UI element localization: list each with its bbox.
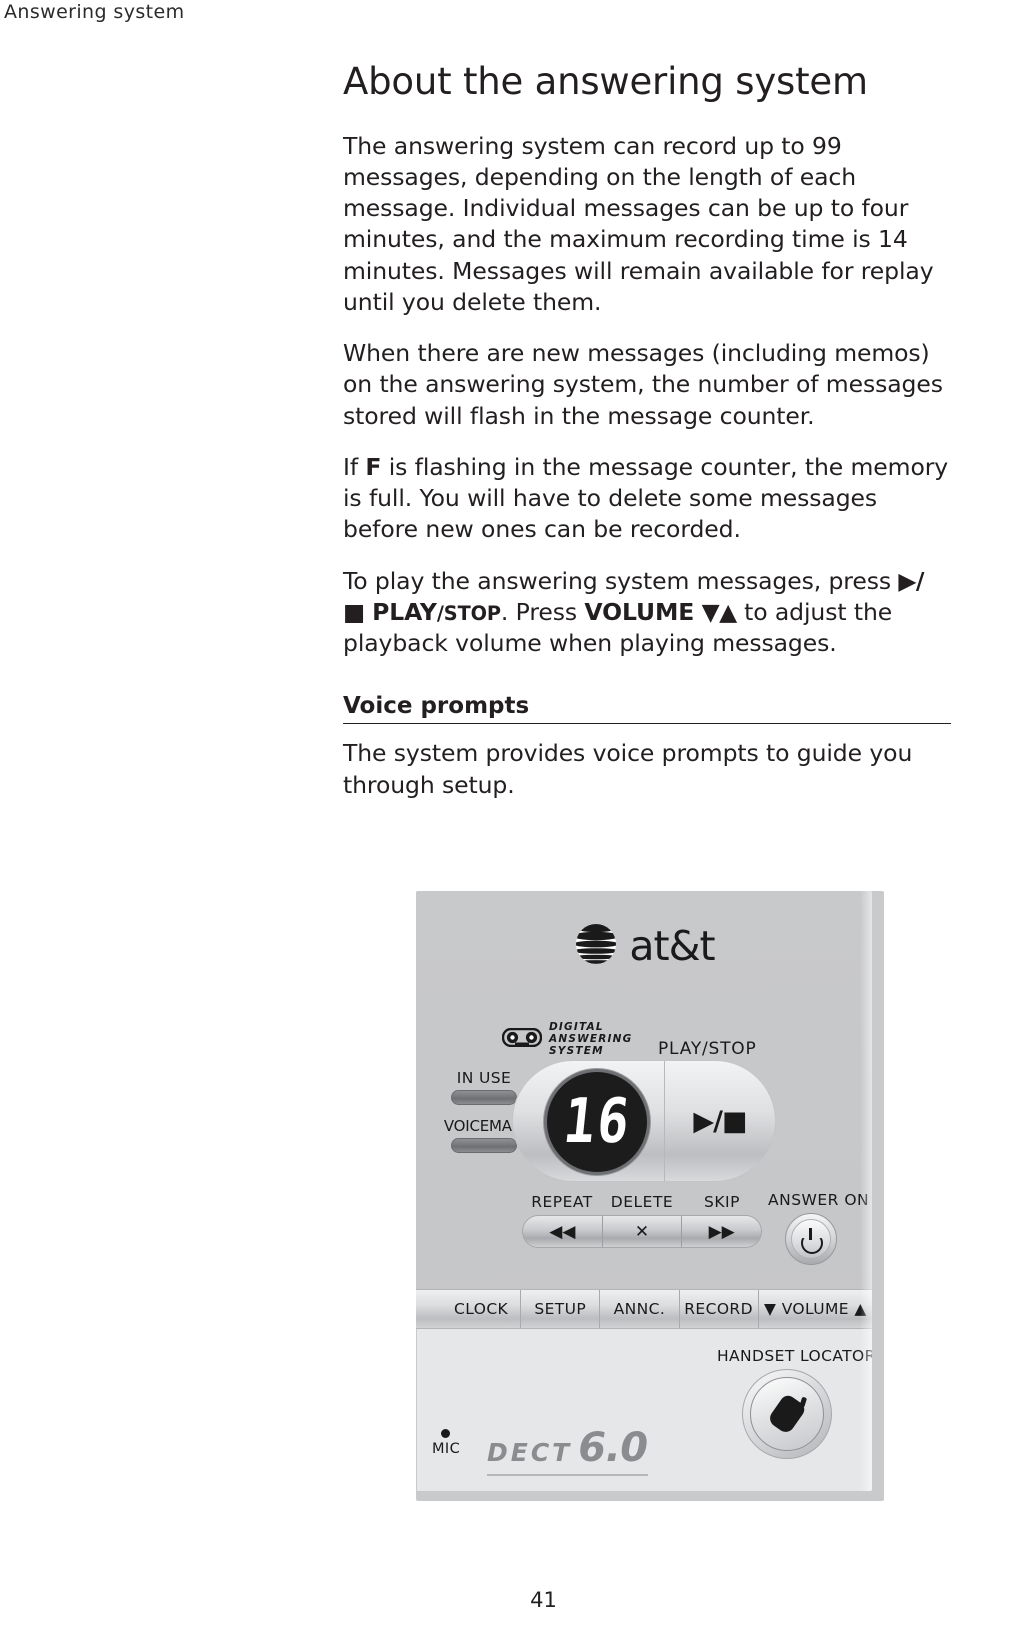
das-line-3: SYSTEM (549, 1044, 604, 1057)
transport-button-bar: ◀◀ ✕ ▶▶ (522, 1215, 762, 1248)
clock-button-label: CLOCK (454, 1300, 509, 1318)
paragraph-4-lead: To play the answering system messages, p… (343, 566, 899, 595)
subsection-title-voice-prompts: Voice prompts (343, 693, 951, 725)
page-title: About the answering system (343, 60, 868, 103)
repeat-label: REPEAT (531, 1193, 593, 1211)
brand-lockup: at&t (416, 921, 872, 971)
annc-button-label: ANNC. (613, 1300, 666, 1318)
play-key-label: PLAY (372, 597, 437, 626)
handset-icon (766, 1392, 808, 1436)
answer-on-button[interactable] (785, 1213, 837, 1265)
rewind-icon: ◀◀ (549, 1221, 576, 1242)
handset-locator-label: HANDSET LOCATOR (717, 1347, 872, 1365)
att-wordmark: at&t (629, 922, 715, 970)
paragraph-4-mid: . Press (500, 597, 585, 626)
voicemail-led (451, 1138, 517, 1153)
transport-label-row: REPEAT DELETE SKIP (522, 1193, 762, 1211)
page-number: 41 (530, 1588, 557, 1612)
delete-label: DELETE (610, 1193, 674, 1211)
page-number-container: 41 (0, 1588, 1015, 1612)
paragraph-3-lead: If (343, 452, 366, 481)
subsection-paragraph: The system provides voice prompts to gui… (343, 739, 913, 799)
paragraph-4: To play the answering system messages, p… (343, 566, 951, 660)
fast-forward-icon: ▶▶ (708, 1221, 735, 1242)
skip-button[interactable]: ▶▶ (682, 1216, 761, 1247)
volume-key-label: VOLUME (584, 597, 695, 626)
mic-hole-icon (441, 1429, 450, 1438)
article-content: About the answering system The answering… (343, 60, 951, 821)
stop-key-label: STOP (443, 601, 501, 625)
message-counter-area: 16 (513, 1061, 665, 1181)
digital-answering-system-logo: DIGITAL ANSWERING SYSTEM (501, 1021, 633, 1057)
message-counter-value: 16 (559, 1086, 635, 1158)
message-counter-display: 16 (547, 1072, 647, 1172)
running-header: Answering system (4, 1, 185, 23)
device-lower-panel: HANDSET LOCATOR MIC DECT 6.0 (416, 1329, 872, 1491)
mic-label: MIC (432, 1441, 461, 1457)
skip-label: SKIP (704, 1193, 740, 1211)
device-base-panel: at&t DIGITAL ANSWERING SYSTEM PLAY/STOP … (416, 891, 872, 1491)
handset-locator-button[interactable] (742, 1369, 832, 1459)
dect-logo: DECT 6.0 (487, 1425, 648, 1476)
play-stop-panel-label: PLAY/STOP (658, 1039, 757, 1059)
in-use-led (451, 1090, 517, 1105)
volume-button-label: ▼ VOLUME ▲ (764, 1300, 867, 1318)
att-globe-icon (573, 921, 619, 971)
handset-locator-ring (750, 1377, 824, 1451)
answer-on-label: ANSWER ON (768, 1191, 870, 1209)
das-logo-text: DIGITAL ANSWERING SYSTEM (549, 1021, 633, 1057)
setup-button[interactable]: SETUP (521, 1290, 601, 1328)
repeat-button[interactable]: ◀◀ (523, 1216, 603, 1247)
play-stop-button[interactable]: ▶/■ (665, 1061, 775, 1181)
clock-button[interactable]: CLOCK (416, 1290, 522, 1328)
device-illustration: at&t DIGITAL ANSWERING SYSTEM PLAY/STOP … (416, 891, 884, 1501)
paragraph-3: If F is flashing in the message counter,… (343, 452, 951, 546)
paragraph-2: When there are new messages (including m… (343, 339, 943, 430)
power-icon (800, 1228, 822, 1250)
function-button-bar: CLOCK SETUP ANNC. RECORD ▼ VOLUME ▲ (416, 1289, 872, 1329)
paragraph-3-rest: is flashing in the message counter, the … (343, 452, 949, 544)
dect-word: DECT (487, 1438, 573, 1467)
play-stop-button-icon: ▶/■ (693, 1105, 747, 1137)
dect-version: 6.0 (578, 1425, 648, 1471)
record-button[interactable]: RECORD (679, 1290, 759, 1328)
setup-button-label: SETUP (534, 1300, 587, 1318)
answer-on-button-inner (791, 1219, 831, 1259)
delete-button[interactable]: ✕ (603, 1216, 683, 1247)
play-stop-slash: / (436, 601, 444, 625)
annc-button[interactable]: ANNC. (600, 1290, 680, 1328)
cassette-reels-icon (501, 1027, 543, 1051)
display-and-play-capsule: 16 ▶/■ (512, 1060, 776, 1182)
paragraph-1: The answering system can record up to 99… (343, 131, 934, 316)
volume-arrows-icon: ▼▲ (701, 597, 738, 626)
memory-full-indicator-letter: F (365, 452, 382, 481)
das-line-1: DIGITAL (549, 1021, 604, 1033)
das-line-2: ANSWERING (549, 1032, 633, 1045)
volume-button[interactable]: ▼ VOLUME ▲ (758, 1290, 872, 1328)
record-button-label: RECORD (684, 1300, 753, 1318)
cross-icon: ✕ (634, 1221, 650, 1242)
